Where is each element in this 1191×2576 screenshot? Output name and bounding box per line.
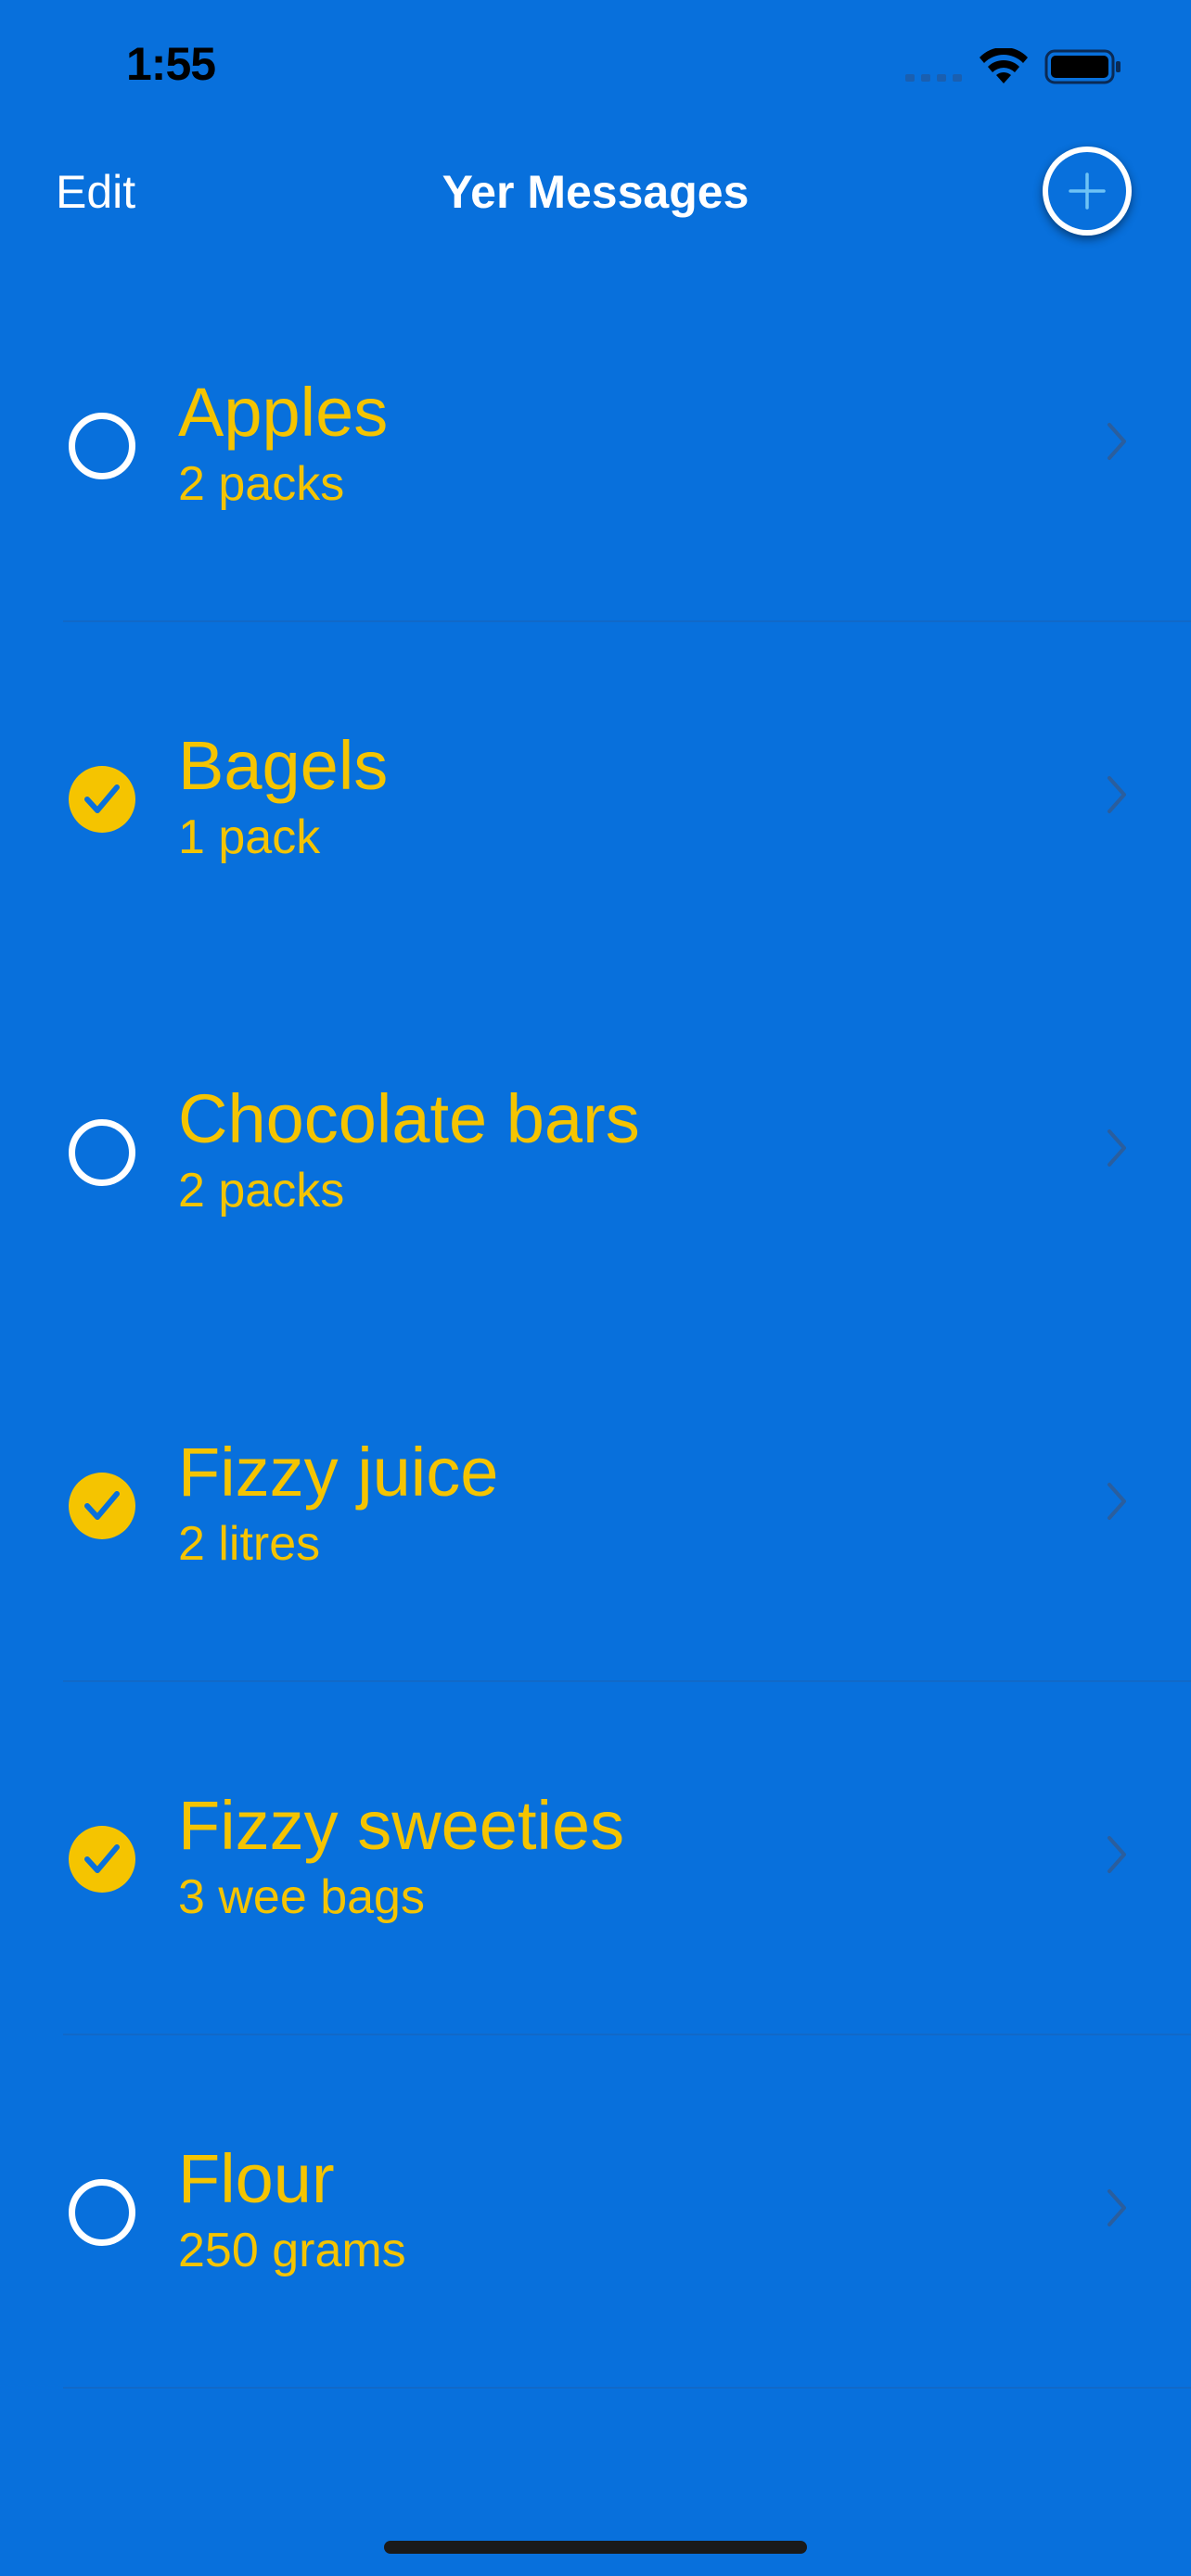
item-quantity: 250 grams xyxy=(178,2224,406,2277)
item-title: Bagels xyxy=(178,727,389,804)
list-item[interactable]: Chocolate bars 2 packs xyxy=(0,976,1191,1329)
item-quantity: 3 wee bags xyxy=(178,1870,425,1924)
list-item[interactable]: Apples 2 packs xyxy=(0,269,1191,622)
checked-circle-icon[interactable] xyxy=(69,1473,135,1539)
checkmark-icon xyxy=(84,1844,120,1873)
item-title: Flour xyxy=(178,2140,335,2217)
item-title: Fizzy juice xyxy=(178,1434,499,1511)
checkmark-icon xyxy=(84,1491,120,1520)
edit-button[interactable]: Edit xyxy=(56,165,135,219)
item-title: Chocolate bars xyxy=(178,1080,640,1157)
chevron-right-icon xyxy=(1108,1483,1126,1520)
unchecked-circle-icon[interactable] xyxy=(69,413,135,479)
item-title: Fizzy sweeties xyxy=(178,1787,625,1864)
list-item[interactable]: Fizzy sweeties 3 wee bags xyxy=(0,1682,1191,2035)
chevron-right-icon xyxy=(1108,1129,1126,1167)
home-indicator[interactable] xyxy=(384,2541,807,2554)
item-quantity: 2 packs xyxy=(178,457,345,511)
row-separator xyxy=(63,2387,1191,2389)
item-quantity: 1 pack xyxy=(178,810,321,864)
plus-icon xyxy=(1069,172,1106,210)
item-quantity: 2 packs xyxy=(178,1164,345,1218)
checked-circle-icon[interactable] xyxy=(69,1826,135,1893)
chevron-right-icon xyxy=(1108,776,1126,813)
unchecked-circle-icon[interactable] xyxy=(69,1119,135,1186)
chevron-right-icon xyxy=(1108,423,1126,460)
list-item[interactable]: Bagels 1 pack xyxy=(0,622,1191,976)
wifi-icon xyxy=(980,48,1028,83)
unchecked-circle-icon[interactable] xyxy=(69,2179,135,2246)
chevron-right-icon xyxy=(1108,1836,1126,1873)
chevron-right-icon xyxy=(1108,2189,1126,2226)
checked-circle-icon[interactable] xyxy=(69,766,135,833)
item-quantity: 2 litres xyxy=(178,1517,321,1571)
page-title: Yer Messages xyxy=(442,166,749,218)
add-item-button[interactable] xyxy=(1043,147,1132,236)
list-item[interactable]: Flour 250 grams xyxy=(0,2035,1191,2389)
item-title: Apples xyxy=(178,374,389,451)
checkmark-icon xyxy=(84,784,120,813)
status-bar: 1:55 xyxy=(0,0,1191,139)
battery-icon xyxy=(1044,49,1121,84)
navigation-bar: Edit Yer Messages xyxy=(0,139,1191,247)
signal-icon xyxy=(905,74,962,82)
list-item[interactable]: Fizzy juice 2 litres xyxy=(0,1329,1191,1682)
status-time: 1:55 xyxy=(126,38,216,90)
